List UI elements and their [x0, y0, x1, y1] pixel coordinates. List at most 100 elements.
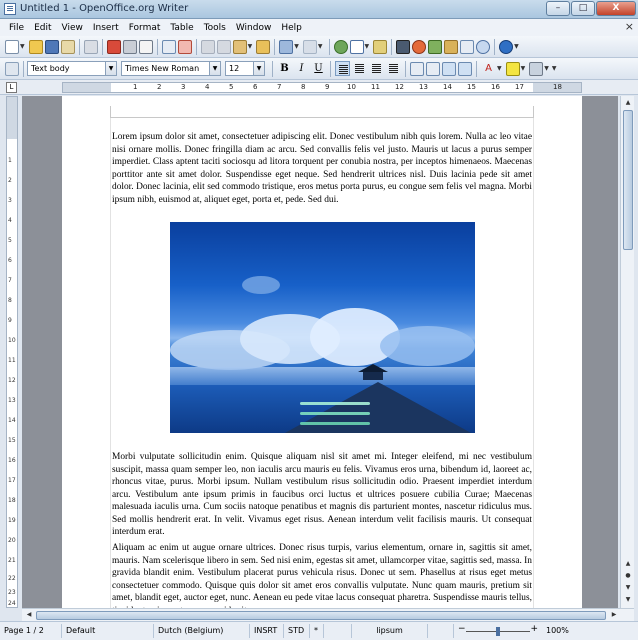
justify-button[interactable]: [386, 61, 401, 76]
help-icon[interactable]: [499, 39, 514, 54]
vertical-scrollbar-thumb[interactable]: [623, 110, 633, 250]
close-document-icon[interactable]: ×: [625, 20, 634, 33]
chevron-down-icon[interactable]: ▼: [209, 62, 220, 75]
menu-view[interactable]: View: [57, 23, 88, 33]
insert-mode[interactable]: INSRT: [250, 624, 284, 638]
nonprinting-characters-icon[interactable]: [460, 39, 475, 54]
undo-icon[interactable]: [279, 39, 294, 54]
toolbar-options-icon[interactable]: ▼: [552, 65, 557, 72]
zoom-level[interactable]: 100%: [542, 624, 574, 638]
background-color-dropdown-icon[interactable]: ▼: [544, 65, 549, 72]
menu-tools[interactable]: Tools: [199, 23, 231, 33]
table-icon[interactable]: [349, 39, 364, 54]
menu-help[interactable]: Help: [276, 23, 307, 33]
page-style[interactable]: Default: [62, 624, 154, 638]
show-draw-functions-icon[interactable]: [373, 39, 388, 54]
menu-format[interactable]: Format: [124, 23, 166, 33]
align-left-button[interactable]: [335, 61, 350, 76]
page-number[interactable]: Page 1 / 2: [0, 624, 62, 638]
font-color-dropdown-icon[interactable]: ▼: [497, 65, 502, 72]
menu-file[interactable]: File: [4, 23, 29, 33]
find-replace-icon[interactable]: [396, 39, 411, 54]
bullets-icon[interactable]: [426, 61, 440, 76]
selection-mode[interactable]: STD: [284, 624, 310, 638]
email-document-icon[interactable]: [60, 39, 75, 54]
data-sources-icon[interactable]: [444, 39, 459, 54]
menu-table[interactable]: Table: [165, 23, 198, 33]
background-color-icon[interactable]: [529, 61, 544, 76]
highlighting-dropdown-icon[interactable]: ▼: [521, 65, 526, 72]
menu-insert[interactable]: Insert: [88, 23, 124, 33]
open-folder-icon[interactable]: [28, 39, 43, 54]
autospellcheck-icon[interactable]: [177, 39, 192, 54]
scroll-left-icon[interactable]: ◀: [23, 609, 35, 621]
increase-indent-icon[interactable]: [458, 61, 472, 76]
font-size-select[interactable]: 12 ▼: [225, 61, 265, 76]
vertical-ruler[interactable]: 1 2 3 4 5 6 7 8 9 10 11 12 13 14 15 16 1…: [6, 96, 18, 608]
new-dropdown-icon[interactable]: ▼: [20, 43, 25, 50]
view-layout-icon[interactable]: [428, 624, 454, 638]
next-page-icon[interactable]: ▼: [622, 582, 634, 594]
paragraph[interactable]: Aliquam ac enim ut augue ornare ultrices…: [112, 542, 532, 608]
undo-dropdown-icon[interactable]: ▼: [294, 43, 299, 50]
edit-file-icon[interactable]: [83, 39, 98, 54]
digital-signature[interactable]: [324, 624, 352, 638]
previous-page-icon[interactable]: ▲: [622, 558, 634, 570]
gallery-icon[interactable]: [428, 39, 443, 54]
redo-icon[interactable]: [302, 39, 317, 54]
zoom-icon[interactable]: [476, 39, 491, 54]
close-button[interactable]: X: [596, 1, 636, 16]
redo-dropdown-icon[interactable]: ▼: [318, 43, 323, 50]
numbering-icon[interactable]: [410, 61, 424, 76]
save-icon[interactable]: [44, 39, 59, 54]
navigation-icon[interactable]: ●: [622, 570, 634, 582]
chevron-down-icon[interactable]: ▼: [105, 62, 116, 75]
menu-window[interactable]: Window: [231, 23, 277, 33]
scroll-up-icon[interactable]: ▲: [622, 97, 634, 109]
horizontal-scrollbar[interactable]: ◀ ▶: [22, 608, 634, 621]
highlighting-icon[interactable]: [505, 61, 520, 76]
new-document-icon[interactable]: [5, 39, 19, 54]
bold-button[interactable]: B: [277, 61, 292, 76]
align-center-button[interactable]: [352, 61, 367, 76]
paragraph[interactable]: Morbi vulputate sollicitudin enim. Quisq…: [112, 451, 532, 539]
font-color-button[interactable]: A: [481, 61, 496, 76]
format-paintbrush-icon[interactable]: [256, 39, 271, 54]
vertical-scrollbar[interactable]: ▲ ▲ ● ▼ ▼: [620, 96, 634, 608]
paragraph-style-select[interactable]: Text body ▼: [27, 61, 117, 76]
paste-icon[interactable]: [232, 39, 247, 54]
spellcheck-icon[interactable]: [161, 39, 176, 54]
styles-formatting-icon[interactable]: [5, 61, 19, 76]
menu-edit[interactable]: Edit: [29, 23, 56, 33]
zoom-slider-knob[interactable]: [496, 627, 500, 636]
italic-button[interactable]: I: [294, 61, 309, 76]
zoom-slider[interactable]: − +: [458, 624, 538, 638]
cut-icon[interactable]: [200, 39, 215, 54]
minimize-button[interactable]: –: [546, 1, 570, 16]
page-preview-icon[interactable]: [138, 39, 153, 54]
horizontal-ruler[interactable]: 1 2 3 4 5 6 7 8 9 10 11 12 13 14 15 16 1…: [62, 82, 582, 93]
print-icon[interactable]: [122, 39, 137, 54]
language[interactable]: Dutch (Belgium): [154, 624, 250, 638]
zoom-in-icon[interactable]: +: [530, 624, 538, 634]
navigator-icon[interactable]: [412, 39, 427, 54]
decrease-indent-icon[interactable]: [442, 61, 456, 76]
export-pdf-icon[interactable]: [106, 39, 121, 54]
horizontal-scrollbar-thumb[interactable]: [36, 611, 606, 620]
scroll-right-icon[interactable]: ▶: [608, 609, 620, 621]
table-dropdown-icon[interactable]: ▼: [365, 43, 370, 50]
page[interactable]: Lorem ipsum dolor sit amet, consectetuer…: [62, 96, 582, 608]
maximize-button[interactable]: □: [571, 1, 595, 16]
ocean-jetty-image[interactable]: [170, 222, 475, 433]
underline-button[interactable]: U: [311, 61, 326, 76]
paste-dropdown-icon[interactable]: ▼: [248, 43, 253, 50]
zoom-out-icon[interactable]: −: [458, 624, 466, 634]
scroll-down-icon[interactable]: ▼: [622, 594, 634, 606]
copy-icon[interactable]: [216, 39, 231, 54]
font-name-select[interactable]: Times New Roman ▼: [121, 61, 221, 76]
toolbar-options-icon[interactable]: ▼: [514, 43, 519, 50]
hyperlink-icon[interactable]: [333, 39, 348, 54]
paragraph[interactable]: Lorem ipsum dolor sit amet, consectetuer…: [112, 131, 532, 206]
tab-stop-selector[interactable]: L: [6, 82, 17, 93]
chevron-down-icon[interactable]: ▼: [253, 62, 264, 75]
